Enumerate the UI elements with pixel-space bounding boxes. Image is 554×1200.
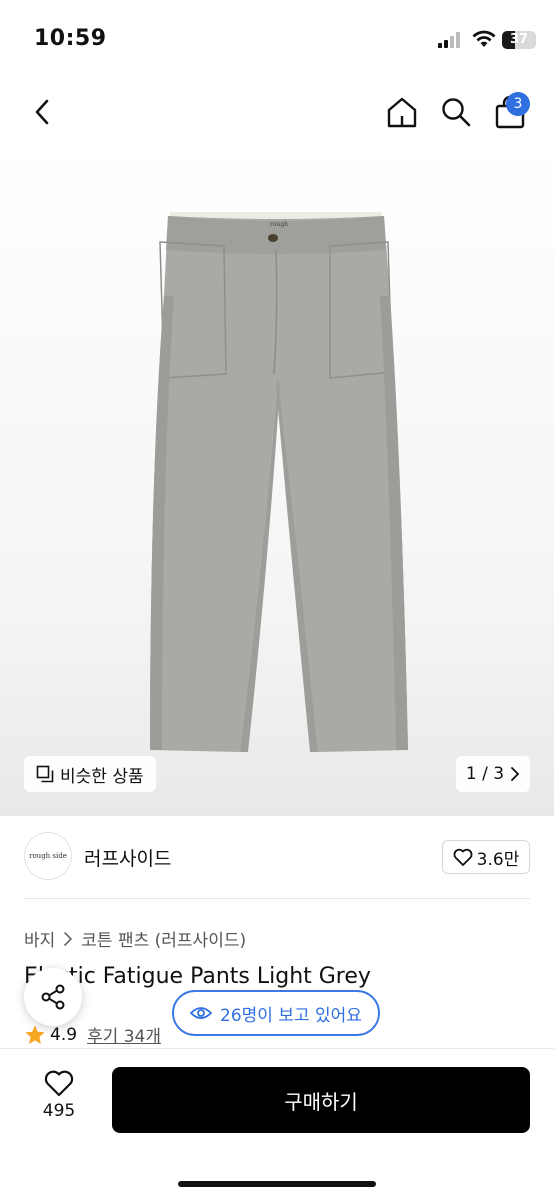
product-image-gallery[interactable]: rough 비슷한 상품 1 / 3: [0, 146, 554, 816]
breadcrumb-item-subcategory[interactable]: 코튼 팬츠 (러프사이드): [81, 926, 246, 951]
nav-bar: [0, 80, 554, 146]
battery-indicator: 37: [502, 31, 536, 49]
similar-products-label: 비슷한 상품: [60, 766, 144, 787]
review-count-link[interactable]: 후기 34개: [87, 1022, 161, 1047]
share-icon: [41, 984, 65, 1010]
eye-icon: [190, 1007, 212, 1019]
heart-icon: [453, 848, 473, 866]
brand-logo[interactable]: rough side: [24, 832, 72, 880]
cart-count-badge: 3: [506, 92, 530, 116]
pager-text: 1 / 3: [465, 764, 505, 784]
status-bar: 10:59 37: [0, 0, 554, 80]
back-button[interactable]: [22, 92, 62, 132]
search-icon: [442, 98, 471, 127]
image-pager[interactable]: 1 / 3: [456, 756, 530, 792]
home-icon: [387, 97, 417, 128]
viewers-badge: 26명이 보고 있어요: [172, 990, 380, 1036]
divider: [24, 898, 530, 899]
brand-like-button[interactable]: 3.6만: [442, 840, 530, 874]
rating-score: 4.9: [50, 1024, 78, 1045]
chevron-right-icon: [64, 931, 73, 946]
similar-products-button[interactable]: 비슷한 상품: [24, 756, 156, 792]
brand-row[interactable]: rough side 러프사이드 3.6만: [24, 832, 530, 884]
product-photo: rough: [150, 212, 408, 752]
wishlist-button[interactable]: 495: [30, 1069, 88, 1121]
heart-icon: [44, 1070, 74, 1097]
copy-icon: [36, 765, 54, 783]
buy-button[interactable]: 구매하기: [112, 1067, 530, 1133]
breadcrumb: 바지 코튼 팬츠 (러프사이드): [24, 926, 246, 951]
bottom-action-bar: 495 구매하기: [0, 1048, 554, 1200]
battery-level: 37: [509, 32, 529, 47]
chevron-right-icon: [511, 767, 520, 781]
share-button[interactable]: [24, 968, 82, 1026]
wifi-icon: [472, 30, 496, 47]
home-indicator: [178, 1181, 376, 1187]
signal-icon: [438, 32, 460, 48]
brand-tag: rough: [270, 221, 288, 228]
star-icon: [25, 1024, 45, 1044]
viewers-text: 26명이 보고 있어요: [220, 1005, 362, 1026]
back-icon: [35, 99, 49, 125]
status-time: 10:59: [34, 26, 107, 51]
wishlist-count: 495: [42, 1101, 76, 1121]
brand-like-count: 3.6만: [476, 849, 520, 870]
brand-name[interactable]: 러프사이드: [84, 844, 171, 871]
breadcrumb-item-category[interactable]: 바지: [24, 926, 55, 951]
home-button[interactable]: [382, 92, 422, 132]
rating-row: 4.9 후기 34개: [24, 1022, 161, 1047]
search-button[interactable]: [436, 92, 476, 132]
brand-logo-text: rough side: [29, 852, 67, 860]
